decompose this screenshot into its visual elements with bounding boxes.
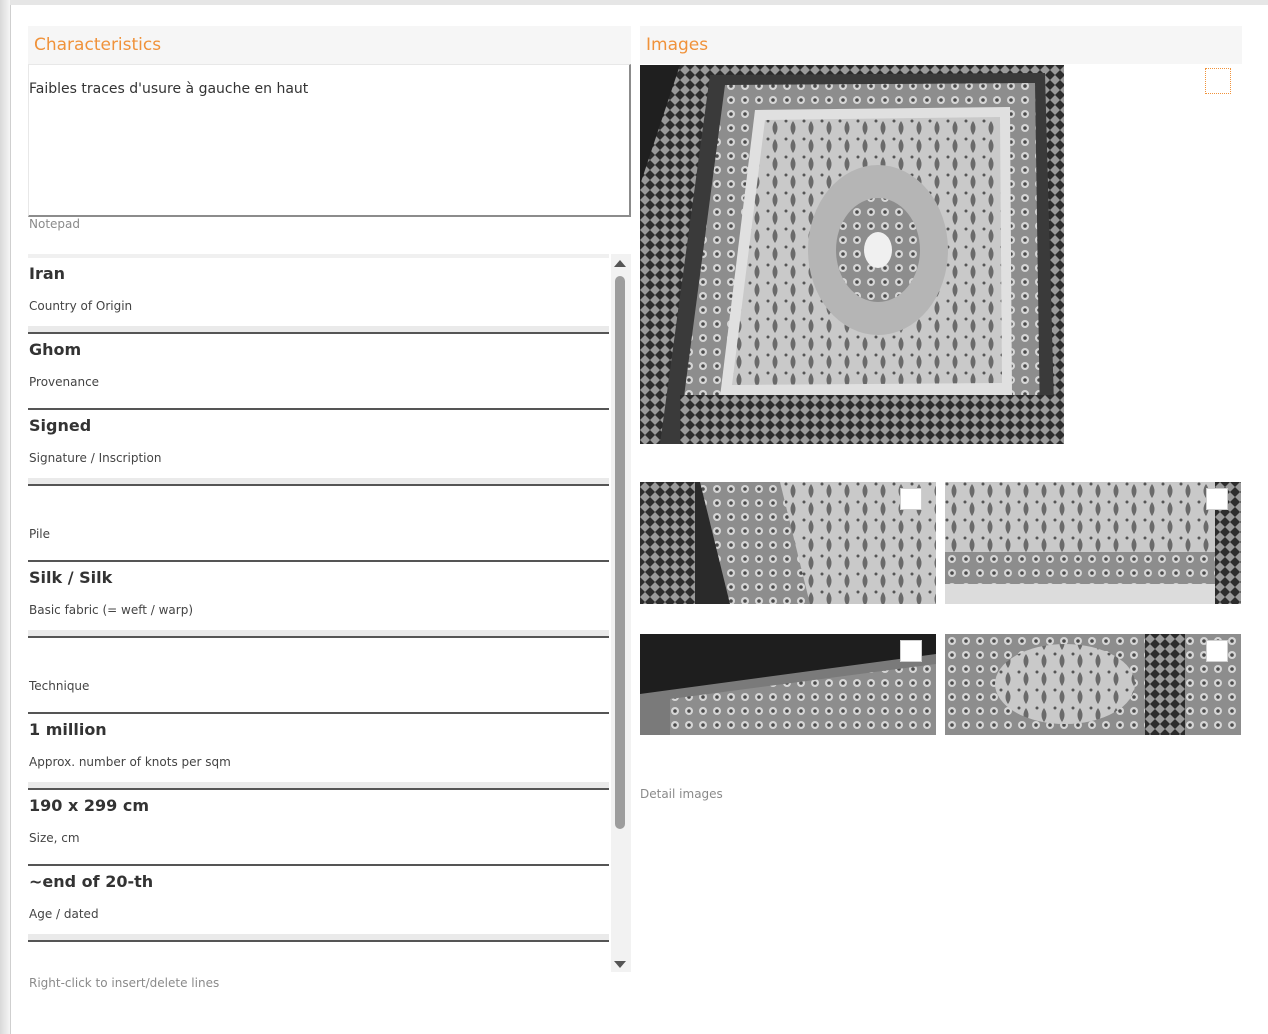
row-divider (28, 630, 609, 638)
main-carpet-image[interactable] (640, 65, 1064, 444)
window-left-border (0, 0, 10, 1034)
list-item-signature[interactable]: Signed Signature / Inscription (28, 410, 609, 486)
detail-illustration-1 (640, 482, 936, 604)
row-divider (28, 934, 609, 942)
detail-illustration-4 (945, 634, 1241, 735)
characteristics-list: Iran Country of Origin Ghom Provenance S… (28, 254, 609, 976)
detail-image-3[interactable] (640, 634, 936, 735)
detail-illustration-2 (945, 482, 1241, 604)
footer-hint: Right-click to insert/delete lines (29, 976, 220, 990)
scrollbar-thumb[interactable] (615, 276, 625, 829)
list-item-size[interactable]: 190 x 299 cm Size, cm (28, 790, 609, 866)
field-value: Iran (29, 264, 66, 283)
window-inner-border (10, 5, 11, 1034)
main-image-select-box[interactable] (1205, 68, 1231, 94)
images-header: Images (640, 26, 1242, 64)
list-item-technique[interactable]: Technique (28, 638, 609, 714)
detail-3-checkbox[interactable] (900, 640, 922, 662)
field-value: Signed (29, 416, 92, 435)
characteristics-header: Characteristics (28, 26, 631, 64)
row-divider (28, 326, 609, 334)
field-value: 190 x 299 cm (29, 796, 149, 815)
list-item-age[interactable]: ~end of 20-th Age / dated (28, 866, 609, 942)
list-item-country[interactable]: Iran Country of Origin (28, 258, 609, 334)
field-label: Country of Origin (29, 299, 133, 313)
row-divider (28, 478, 609, 486)
row-divider (28, 782, 609, 790)
detail-image-2[interactable] (945, 482, 1241, 604)
scroll-down-arrow-icon[interactable] (614, 961, 626, 968)
detail-2-checkbox[interactable] (1206, 488, 1228, 510)
field-label: Basic fabric (= weft / warp) (29, 603, 193, 617)
detail-4-checkbox[interactable] (1206, 640, 1228, 662)
list-item-knots[interactable]: 1 million Approx. number of knots per sq… (28, 714, 609, 790)
field-label: Age / dated (29, 907, 99, 921)
list-item-provenance[interactable]: Ghom Provenance (28, 334, 609, 410)
list-item-basic-fabric[interactable]: Silk / Silk Basic fabric (= weft / warp) (28, 562, 609, 638)
notepad-text: Faibles traces d'usure à gauche en haut (29, 81, 309, 97)
window-top-border (0, 0, 1268, 5)
field-value: Silk / Silk (29, 568, 113, 587)
field-value: 1 million (29, 720, 107, 739)
field-label: Technique (29, 679, 90, 693)
notepad-textarea[interactable]: Faibles traces d'usure à gauche en haut (28, 64, 631, 217)
field-label: Approx. number of knots per sqm (29, 755, 231, 769)
detail-image-4[interactable] (945, 634, 1241, 735)
notepad-caption: Notepad (29, 217, 80, 231)
scroll-up-arrow-icon[interactable] (614, 260, 626, 267)
field-label: Signature / Inscription (29, 451, 162, 465)
field-value: Ghom (29, 340, 82, 359)
list-item-pile[interactable]: Pile (28, 486, 609, 562)
detail-image-1[interactable] (640, 482, 936, 604)
detail-illustration-3 (640, 634, 936, 735)
carpet-illustration (640, 65, 1064, 444)
field-label: Pile (29, 527, 51, 541)
field-value: ~end of 20-th (29, 872, 154, 891)
field-label: Size, cm (29, 831, 80, 845)
field-label: Provenance (29, 375, 100, 389)
detail-images-caption: Detail images (640, 787, 723, 801)
detail-1-checkbox[interactable] (900, 488, 922, 510)
